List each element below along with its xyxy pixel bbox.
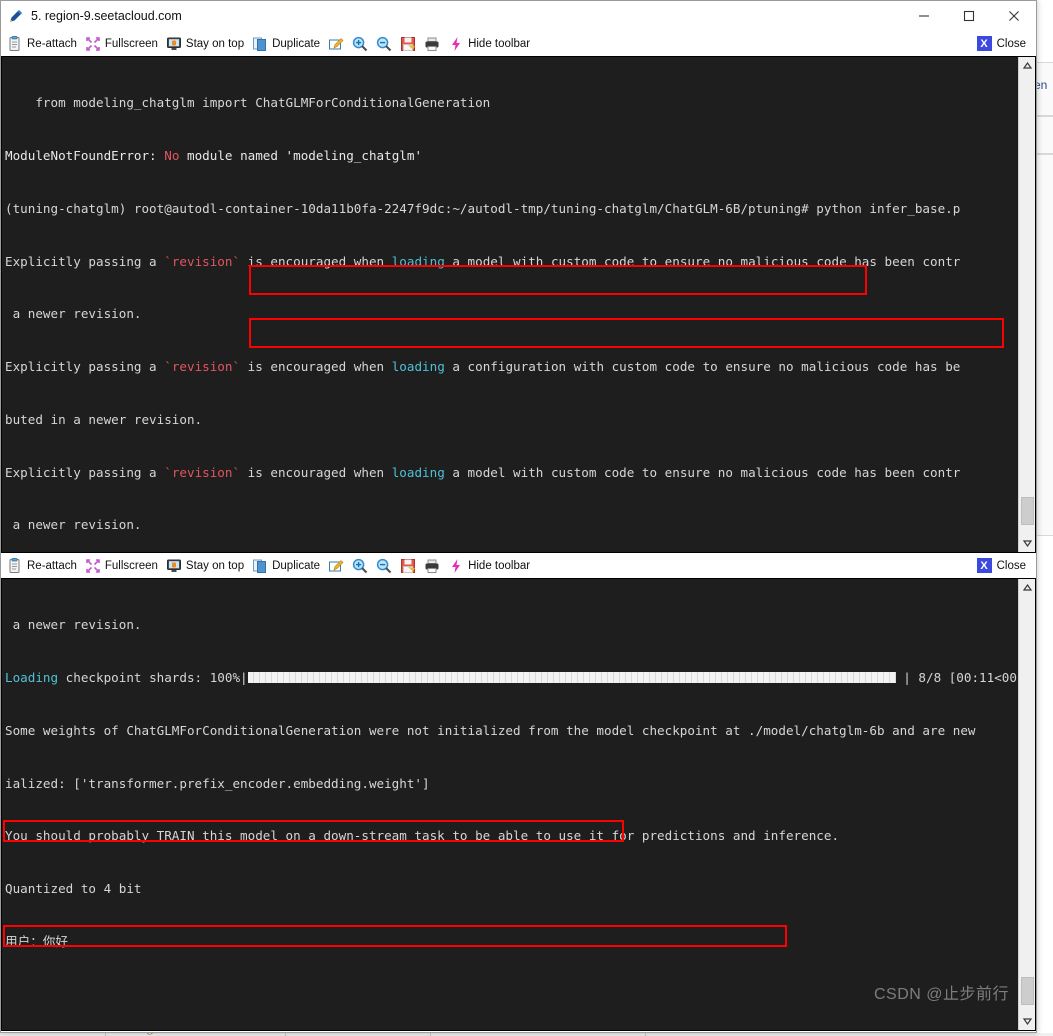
terminal-line: ModuleNotFoundError: No module named 'mo… [5, 147, 423, 163]
fullscreen-icon [86, 558, 100, 573]
re-attach-button-2[interactable]: Re-attach [3, 553, 81, 578]
watermark: CSDN @止步前行 [873, 986, 1009, 1003]
scroll-down-icon[interactable] [1019, 535, 1035, 552]
terminal-line: You should probably TRAIN this model on … [5, 828, 840, 844]
toolbar-top: Re-attach Fullscreen Stay on top Duplica… [1, 31, 1036, 56]
terminal-line: Explicitly passing a `revision` is encou… [5, 253, 961, 269]
re-attach-button[interactable]: Re-attach [3, 31, 81, 56]
scrollbar-top[interactable] [1018, 57, 1035, 552]
hide-toolbar-button[interactable]: Hide toolbar [444, 31, 534, 56]
stay-on-top-label: Stay on top [185, 37, 245, 50]
stay-on-top-icon [166, 559, 181, 572]
window-title: 5. region-9.seetacloud.com [31, 8, 182, 23]
terminal-output-top: from modeling_chatglm import ChatGLMForC… [2, 57, 1018, 552]
lightning-icon [452, 558, 461, 573]
scrollbar-bottom[interactable] [1018, 579, 1035, 1030]
re-attach-icon [9, 557, 20, 573]
scroll-up-icon[interactable] [1019, 57, 1035, 74]
zoom-out-button[interactable] [372, 31, 396, 56]
terminal-pane-bottom[interactable]: a newer revision. Loading checkpoint sha… [1, 578, 1036, 1031]
zoom-in-icon [352, 36, 368, 51]
stay-on-top-button[interactable]: Stay on top [162, 31, 248, 56]
terminal-window: 5. region-9.seetacloud.com Re-attach Ful… [0, 0, 1037, 1033]
toolbar-close-button[interactable]: X Close [973, 31, 1034, 56]
edit-pencil-icon [329, 559, 344, 571]
scroll-down-icon[interactable] [1019, 1013, 1035, 1030]
scroll-thumb[interactable] [1021, 977, 1034, 1005]
stay-on-top-label: Stay on top [185, 559, 245, 572]
terminal-line: Explicitly passing a `revision` is encou… [5, 359, 961, 375]
fullscreen-button-2[interactable]: Fullscreen [81, 553, 162, 578]
terminal-line: a newer revision. [5, 617, 142, 633]
title-bar: 5. region-9.seetacloud.com [1, 1, 1036, 31]
terminal-pane-top[interactable]: from modeling_chatglm import ChatGLMForC… [1, 56, 1036, 553]
duplicate-icon [253, 559, 267, 573]
edit-button-2[interactable] [324, 553, 348, 578]
terminal-line: Quantized to 4 bit [5, 881, 142, 897]
terminal-line: a newer revision. [5, 306, 142, 322]
toolbar-close-button-2[interactable]: X Close [973, 553, 1034, 578]
save-button[interactable] [396, 31, 420, 56]
toolbar-close-label: Close [996, 37, 1026, 50]
stay-on-top-icon [166, 37, 181, 50]
duplicate-button-2[interactable]: Duplicate [248, 553, 324, 578]
hide-toolbar-label: Hide toolbar [468, 37, 531, 50]
terminal-output-bottom: a newer revision. Loading checkpoint sha… [2, 579, 1018, 1030]
print-icon [425, 37, 439, 51]
save-button-2[interactable] [396, 553, 420, 578]
duplicate-button[interactable]: Duplicate [248, 31, 324, 56]
scroll-thumb[interactable] [1021, 497, 1034, 525]
window-controls [901, 1, 1036, 30]
terminal-line: from modeling_chatglm import ChatGLMForC… [5, 95, 491, 111]
duplicate-label: Duplicate [272, 37, 321, 50]
re-attach-icon [9, 35, 20, 51]
terminal-line: (tuning-chatglm) root@autodl-container-1… [5, 200, 961, 216]
terminal-line: buted in a newer revision. [5, 411, 203, 427]
terminal-line: Explicitly passing a `revision` is encou… [5, 464, 961, 480]
progress-suffix-bottom: | 8/8 [00:11<00:00, 1. [903, 669, 1018, 685]
terminal-line: Loading checkpoint shards: 100%| | 8/8 [… [5, 669, 1018, 687]
edit-pencil-icon [329, 37, 344, 49]
zoom-out-icon [376, 558, 392, 573]
toolbar-bottom: Re-attach Fullscreen Stay on top Duplica… [1, 553, 1036, 578]
terminal-line: a newer revision. [5, 517, 142, 533]
fullscreen-icon [86, 36, 100, 51]
duplicate-label: Duplicate [272, 559, 321, 572]
zoom-in-button-2[interactable] [348, 553, 372, 578]
terminal-line: ialized: ['transformer.prefix_encoder.em… [5, 775, 430, 791]
close-badge-icon: X [976, 558, 992, 573]
zoom-out-button-2[interactable] [372, 553, 396, 578]
print-button[interactable] [420, 31, 444, 56]
save-floppy-icon [401, 558, 416, 573]
scroll-up-icon[interactable] [1019, 579, 1035, 596]
fullscreen-label: Fullscreen [104, 37, 158, 50]
hide-toolbar-button-2[interactable]: Hide toolbar [444, 553, 534, 578]
terminal-line: 用户：你好 [5, 933, 68, 949]
fullscreen-button[interactable]: Fullscreen [81, 31, 162, 56]
hide-toolbar-label: Hide toolbar [468, 559, 531, 572]
re-attach-label: Re-attach [27, 37, 77, 50]
close-badge-icon: X [976, 36, 992, 51]
zoom-in-button[interactable] [348, 31, 372, 56]
terminal-line: Some weights of ChatGLMForConditionalGen… [5, 722, 976, 738]
zoom-out-icon [376, 36, 392, 51]
print-button-2[interactable] [420, 553, 444, 578]
duplicate-icon [253, 37, 267, 51]
lightning-icon [452, 36, 461, 51]
stay-on-top-button-2[interactable]: Stay on top [162, 553, 248, 578]
close-button[interactable] [991, 1, 1036, 30]
zoom-in-icon [352, 558, 368, 573]
maximize-button[interactable] [946, 1, 991, 30]
edit-button[interactable] [324, 31, 348, 56]
re-attach-label: Re-attach [27, 559, 77, 572]
minimize-button[interactable] [901, 1, 946, 30]
save-floppy-icon [401, 36, 416, 51]
print-icon [425, 559, 439, 573]
fullscreen-label: Fullscreen [104, 559, 158, 572]
pencil-window-icon [10, 9, 22, 22]
toolbar-close-label: Close [996, 559, 1026, 572]
